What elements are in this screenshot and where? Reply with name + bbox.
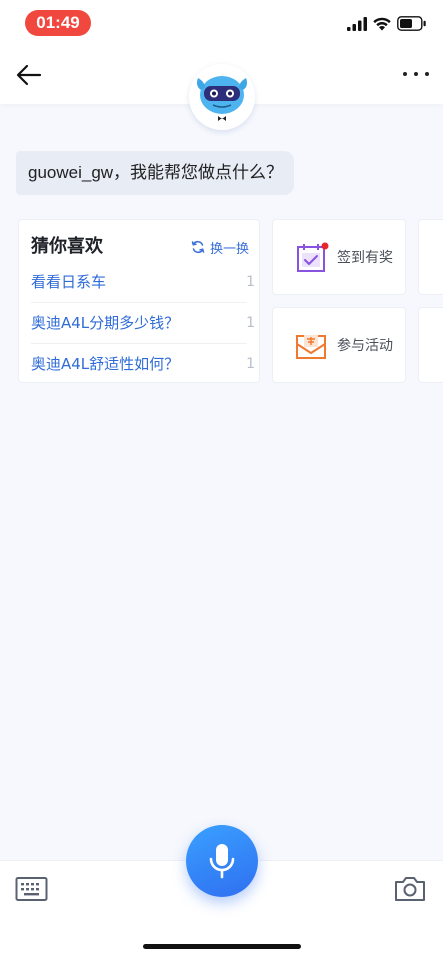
more-horizontal-icon[interactable] [400, 66, 432, 82]
guess-you-like-card: 猜你喜欢 换一换 看看日系车 1 奥迪A4L分期多少钱？ 1 奥迪A4L舒适性如… [18, 219, 260, 383]
join-activity-label: 参与活动 [337, 338, 393, 354]
home-area [0, 920, 443, 960]
refresh-label: 换一换 [210, 241, 250, 257]
signal-icon [347, 17, 367, 31]
guess-item-label: 看看日系车 [31, 273, 107, 291]
home-indicator[interactable] [143, 944, 301, 949]
wifi-icon [373, 17, 391, 31]
guess-item[interactable]: 奥迪A4L舒适性如何？ 1 [31, 344, 255, 385]
battery-icon [397, 16, 426, 31]
microphone-icon [209, 844, 235, 879]
guess-title: 猜你喜欢 [31, 236, 103, 257]
assistant-avatar[interactable] [189, 64, 255, 130]
status-time: 01:49 [25, 10, 91, 36]
keyboard-icon[interactable] [15, 876, 48, 902]
guess-item[interactable]: 奥迪A4L分期多少钱？ 1 [31, 303, 255, 344]
checkin-reward-label: 签到有奖 [337, 250, 393, 266]
guess-item[interactable]: 看看日系车 1 [31, 262, 255, 303]
greeting-message: guowei_gw，我能帮您做点什么？ [16, 151, 294, 195]
status-bar: 01:49 [0, 0, 443, 46]
next-card-peek[interactable] [418, 219, 443, 295]
envelope-icon [296, 335, 326, 359]
calendar-check-icon [297, 242, 329, 272]
voice-input-button[interactable] [186, 825, 258, 897]
join-activity-card[interactable]: 参与活动 [272, 307, 406, 383]
camera-icon[interactable] [393, 875, 427, 903]
refresh-button[interactable]: 换一换 [191, 238, 250, 257]
guess-item-label: 奥迪A4L舒适性如何？ [31, 355, 180, 373]
refresh-icon [191, 240, 205, 254]
guess-item-number: 1 [246, 356, 255, 372]
back-arrow-icon[interactable] [14, 62, 44, 88]
guess-item-number: 1 [246, 315, 255, 331]
guess-item-number: 1 [246, 274, 255, 290]
next-card-peek[interactable] [418, 307, 443, 383]
checkin-reward-card[interactable]: 签到有奖 [272, 219, 406, 295]
robot-mascot-icon [189, 64, 255, 130]
guess-item-label: 奥迪A4L分期多少钱？ [31, 314, 180, 332]
